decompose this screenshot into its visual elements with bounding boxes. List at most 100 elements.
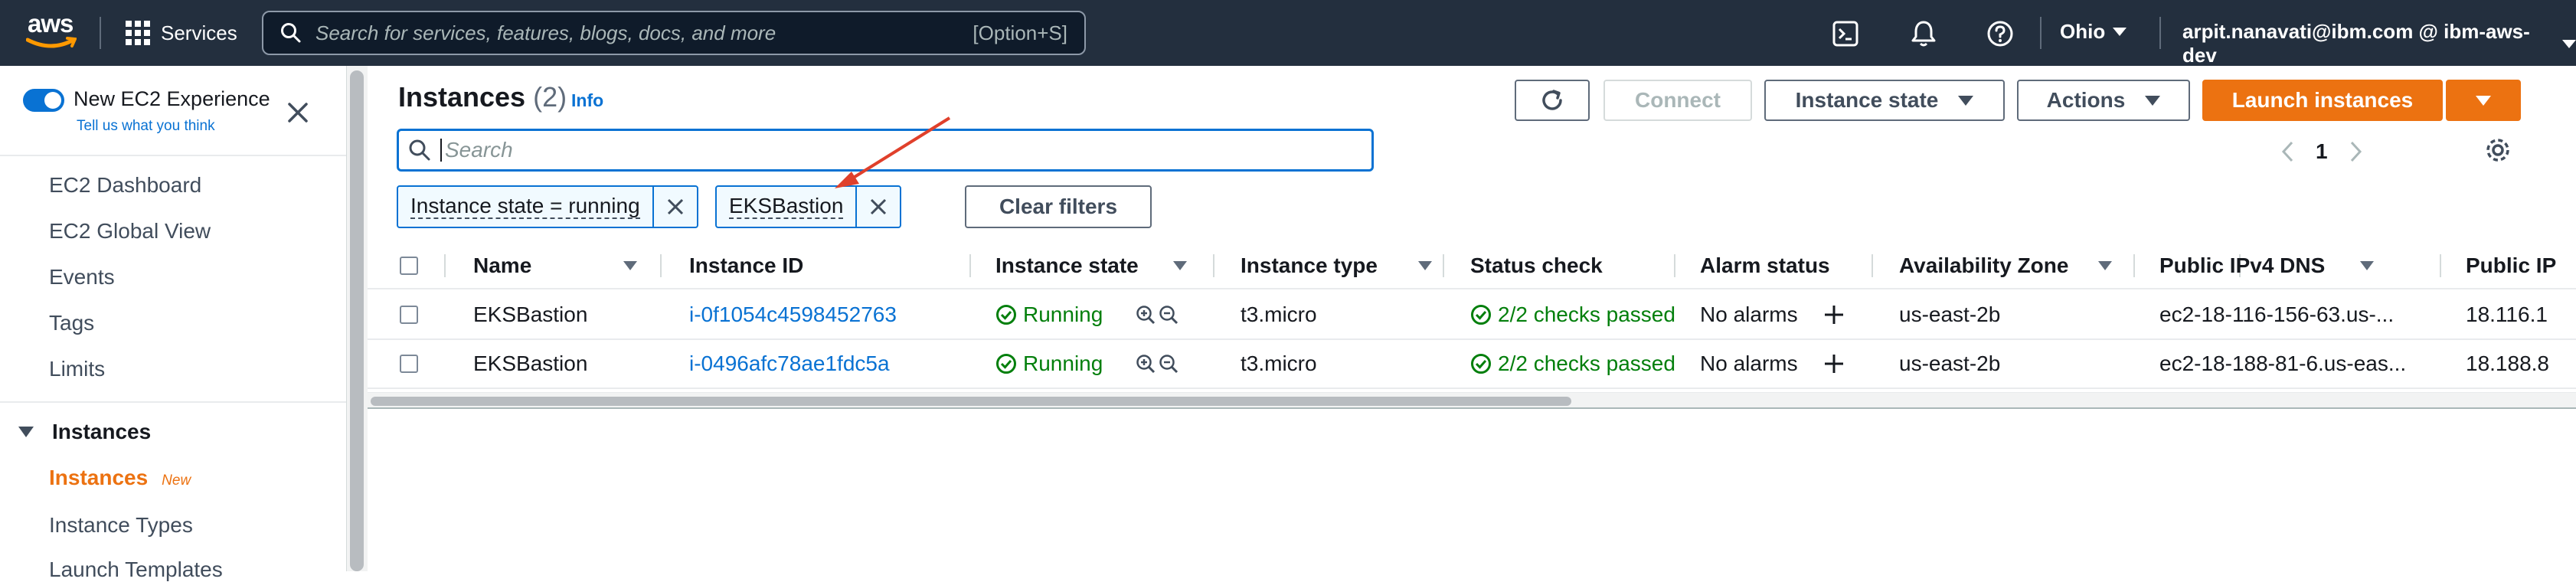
cell-public-ip: 18.188.8: [2466, 351, 2549, 375]
page-number[interactable]: 1: [2316, 139, 2328, 164]
feedback-link[interactable]: Tell us what you think: [77, 118, 215, 135]
column-header-status-check[interactable]: Status check: [1470, 242, 1603, 289]
launch-options-dropdown[interactable]: [2446, 80, 2521, 121]
cloudshell-icon: [1832, 21, 1858, 47]
cell-alarm-status: No alarms: [1700, 340, 1845, 387]
launch-label: Launch instances: [2231, 88, 2414, 112]
sidebar-item-instances[interactable]: Instances New: [49, 466, 191, 490]
filter-token-text: Instance state = running: [410, 194, 640, 219]
search-shortcut-hint: [Option+S]: [973, 21, 1067, 44]
table-row[interactable]: EKSBastion i-0496afc78ae1fdc5a Running t…: [368, 340, 2576, 389]
chevron-left-icon[interactable]: [2280, 140, 2296, 163]
instance-state-label: Instance state: [1795, 88, 1939, 112]
sidebar-item-launch-templates[interactable]: Launch Templates: [49, 557, 223, 582]
row-checkbox[interactable]: [400, 355, 418, 373]
remove-filter-button[interactable]: [857, 187, 900, 227]
row-checkbox[interactable]: [400, 306, 418, 324]
caret-down-icon: [1958, 95, 1974, 106]
column-header-label: Public IP: [2466, 253, 2557, 277]
connect-button[interactable]: Connect: [1603, 80, 1752, 121]
instance-search-input[interactable]: [397, 129, 1374, 172]
check-circle-icon: [1471, 305, 1491, 325]
cloudshell-button[interactable]: [1830, 18, 1861, 49]
sidebar-scrollbar[interactable]: [346, 66, 368, 571]
cell-status-check[interactable]: 2/2 checks passed: [1470, 291, 1675, 338]
new-experience-toggle[interactable]: [23, 89, 64, 112]
sort-icon: [2360, 261, 2374, 270]
column-header-label: Alarm status: [1700, 253, 1830, 277]
filter-token-eksbastion[interactable]: EKSBastion: [715, 185, 902, 228]
column-header-public-ip[interactable]: Public IP: [2466, 242, 2556, 289]
column-header-instance-id[interactable]: Instance ID: [689, 242, 803, 289]
select-all-checkbox[interactable]: [400, 257, 418, 275]
zoom-out-icon[interactable]: [1158, 304, 1179, 325]
sidebar-section-instances[interactable]: Instances: [18, 420, 151, 444]
column-header-label: Instance type: [1241, 253, 1378, 277]
info-link[interactable]: Info: [571, 90, 603, 111]
clear-filters-button[interactable]: Clear filters: [965, 185, 1152, 228]
cell-instance-id[interactable]: i-0496afc78ae1fdc5a: [689, 340, 890, 387]
sidebar-item-instance-types[interactable]: Instance Types: [49, 513, 193, 538]
sidebar-item-ec2-global-view[interactable]: EC2 Global View: [49, 219, 211, 244]
alarm-text: No alarms: [1700, 351, 1798, 375]
sidebar-item-limits[interactable]: Limits: [49, 357, 105, 381]
row-checkbox-cell[interactable]: [400, 340, 418, 387]
cell-availability-zone: us-east-2b: [1899, 351, 2001, 375]
notifications-button[interactable]: [1908, 18, 1939, 49]
region-label: Ohio: [2060, 20, 2106, 43]
sidebar-item-events[interactable]: Events: [49, 265, 115, 289]
column-header-label: Public IPv4 DNS: [2159, 253, 2326, 277]
actions-button[interactable]: Actions: [2017, 80, 2190, 121]
gear-icon[interactable]: [2483, 135, 2513, 165]
actions-label: Actions: [2046, 88, 2126, 112]
remove-filter-button[interactable]: [654, 187, 697, 227]
help-button[interactable]: [1985, 18, 2015, 49]
instance-count: (2): [533, 81, 567, 113]
account-menu[interactable]: arpit.nanavati@ibm.com @ ibm-aws-dev: [2182, 20, 2576, 67]
aws-logo[interactable]: aws: [26, 9, 78, 55]
sidebar-item-ec2-dashboard[interactable]: EC2 Dashboard: [49, 173, 201, 198]
column-header-availability-zone[interactable]: Availability Zone: [1899, 242, 2112, 289]
instance-state-button[interactable]: Instance state: [1764, 80, 2005, 121]
chevron-right-icon[interactable]: [2348, 140, 2363, 163]
close-icon: [871, 198, 887, 215]
column-header-instance-state[interactable]: Instance state: [995, 242, 1187, 289]
refresh-icon: [1542, 90, 1562, 110]
zoom-in-icon[interactable]: [1135, 304, 1156, 325]
region-selector[interactable]: Ohio: [2060, 20, 2127, 44]
filter-token-label[interactable]: Instance state = running: [398, 187, 654, 227]
plus-icon[interactable]: [1822, 352, 1845, 375]
column-header-instance-type[interactable]: Instance type: [1241, 242, 1432, 289]
global-search-input[interactable]: Search for services, features, blogs, do…: [262, 11, 1086, 55]
column-header-name[interactable]: Name: [473, 242, 637, 289]
column-divider: [1443, 254, 1444, 277]
check-circle-icon: [996, 305, 1016, 325]
search-field[interactable]: [443, 137, 1371, 163]
aws-logo-text: aws: [28, 9, 74, 38]
close-icon[interactable]: [285, 100, 311, 126]
column-header-alarm-status[interactable]: Alarm status: [1700, 242, 1830, 289]
zoom-out-icon[interactable]: [1158, 353, 1179, 374]
cell-name: EKSBastion: [473, 351, 588, 375]
filter-token-instance-state[interactable]: Instance state = running: [397, 185, 698, 228]
refresh-button[interactable]: [1515, 80, 1590, 121]
table-row[interactable]: EKSBastion i-0f1054c4598452763 Running t…: [368, 291, 2576, 340]
plus-icon[interactable]: [1822, 303, 1845, 326]
caret-down-icon: [2113, 28, 2127, 36]
zoom-in-icon[interactable]: [1135, 353, 1156, 374]
table-horizontal-scrollbar[interactable]: [368, 392, 2576, 409]
column-header-public-ipv4-dns[interactable]: Public IPv4 DNS: [2159, 242, 2374, 289]
sidebar-item-tags[interactable]: Tags: [49, 311, 94, 335]
services-menu-button[interactable]: Services: [126, 15, 237, 51]
launch-instances-button[interactable]: Launch instances: [2202, 80, 2443, 121]
cell-status-check[interactable]: 2/2 checks passed: [1470, 340, 1675, 387]
select-all-checkbox-cell[interactable]: [400, 242, 418, 289]
sidebar-item-label: Instances: [49, 466, 149, 489]
scrollbar-thumb[interactable]: [371, 397, 1571, 406]
filter-token-label[interactable]: EKSBastion: [717, 187, 858, 227]
scrollbar-thumb[interactable]: [350, 70, 364, 571]
row-checkbox-cell[interactable]: [400, 291, 418, 338]
cell-instance-id[interactable]: i-0f1054c4598452763: [689, 291, 897, 338]
column-divider: [1872, 254, 1873, 277]
status-check-text: 2/2 checks passed: [1498, 302, 1675, 326]
